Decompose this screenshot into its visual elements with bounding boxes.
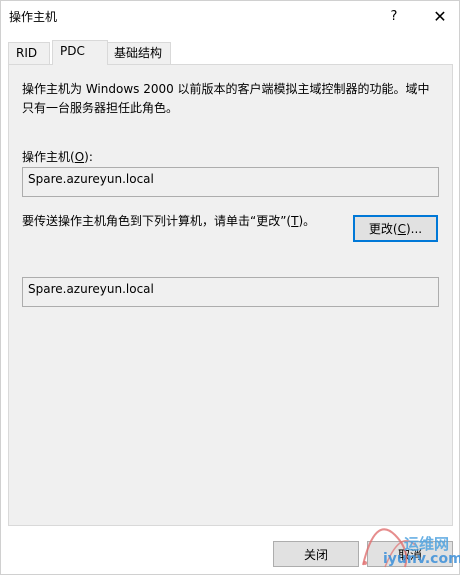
help-button[interactable]: ? <box>373 1 415 31</box>
close-window-button[interactable]: ✕ <box>419 1 460 31</box>
title-bar: 操作主机 ? ✕ <box>1 1 459 31</box>
cancel-button[interactable]: 取消 <box>367 541 453 567</box>
tab-strip: RID 基础结构 PDC <box>8 40 448 65</box>
target-computer-field[interactable]: Spare.azureyun.local <box>22 277 439 307</box>
tab-pdc[interactable]: PDC <box>52 40 108 65</box>
description-text: 操作主机为 Windows 2000 以前版本的客户端模拟主域控制器的功能。域中… <box>22 82 430 115</box>
change-button[interactable]: 更改(C)... <box>353 215 438 242</box>
current-master-field[interactable]: Spare.azureyun.local <box>22 167 439 197</box>
tab-infrastructure[interactable]: 基础结构 <box>106 42 171 64</box>
transfer-instruction: 要传送操作主机角色到下列计算机，请单击“更改”(T)。 <box>22 214 316 228</box>
tab-rid[interactable]: RID <box>8 42 50 64</box>
operations-master-dialog: 操作主机 ? ✕ RID 基础结构 PDC 操作主机为 Windows 2000… <box>0 0 460 575</box>
close-button[interactable]: 关闭 <box>273 541 359 567</box>
pdc-panel: 操作主机为 Windows 2000 以前版本的客户端模拟主域控制器的功能。域中… <box>8 64 453 526</box>
operations-master-label: 操作主机(O): <box>22 150 93 164</box>
window-title: 操作主机 <box>9 10 58 24</box>
